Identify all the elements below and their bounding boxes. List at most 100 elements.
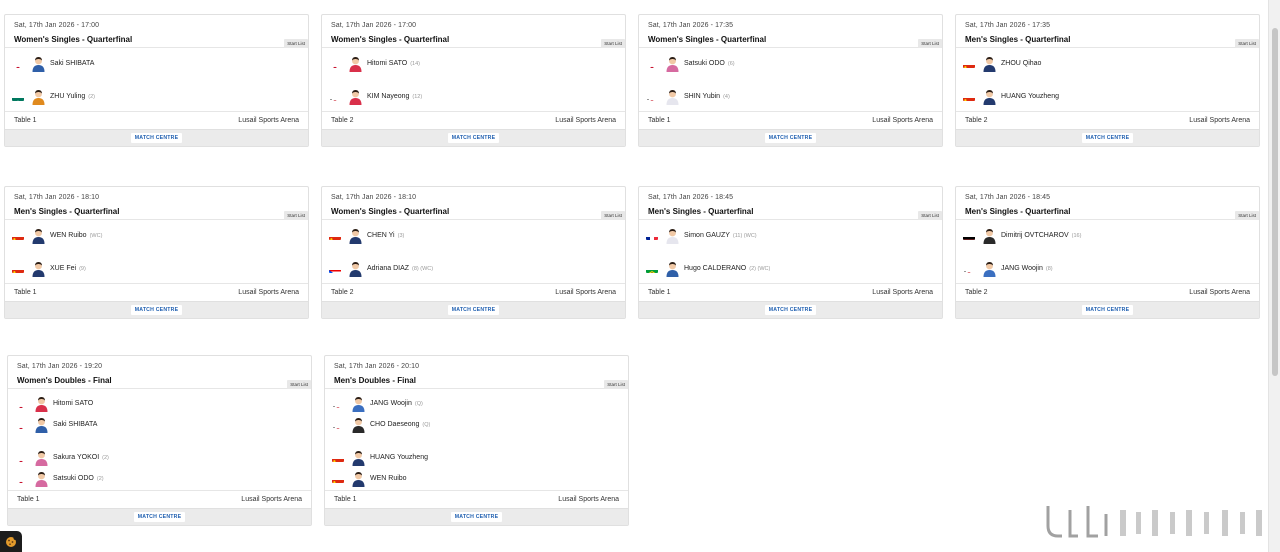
player-seed: (4): [723, 94, 730, 100]
player-avatar-icon: [34, 395, 49, 412]
match-centre-button[interactable]: MATCH CENTRE: [133, 512, 186, 522]
player-row[interactable]: Dimitrij OVTCHAROV (16): [956, 225, 1259, 246]
start-list-button[interactable]: Start List: [1235, 211, 1259, 220]
player-avatar-icon: [982, 88, 997, 105]
player-seed: (2): [102, 455, 109, 461]
match-card-header: Sat, 17th Jan 2026 - 18:10 Women's Single…: [322, 187, 625, 220]
match-card: Sat, 17th Jan 2026 - 18:10 Women's Single…: [321, 186, 626, 319]
match-datetime: Sat, 17th Jan 2026 - 18:10: [14, 194, 100, 201]
cookie-settings-button[interactable]: [0, 531, 22, 552]
player-row[interactable]: SHIN Yubin (4): [639, 86, 942, 107]
match-venue: Lusail Sports Arena: [555, 289, 616, 296]
player-row[interactable]: ZHOU Qihao: [956, 53, 1259, 74]
match-datetime: Sat, 17th Jan 2026 - 18:10: [331, 194, 417, 201]
match-centre-button[interactable]: MATCH CENTRE: [130, 305, 183, 315]
match-centre-button[interactable]: MATCH CENTRE: [1081, 305, 1134, 315]
match-centre-bar: MATCH CENTRE: [956, 129, 1259, 146]
player-seed: (9): [79, 266, 86, 272]
match-event-title: Men's Doubles - Final: [334, 376, 416, 385]
match-centre-button[interactable]: MATCH CENTRE: [130, 133, 183, 143]
match-venue: Lusail Sports Arena: [872, 289, 933, 296]
match-venue: Lusail Sports Arena: [872, 117, 933, 124]
player-avatar-icon: [348, 260, 363, 277]
start-list-button[interactable]: Start List: [601, 39, 625, 48]
start-list-button[interactable]: Start List: [1235, 39, 1259, 48]
match-venue: Lusail Sports Arena: [558, 496, 619, 503]
player-row[interactable]: Hitomi SATO: [8, 393, 311, 414]
match-table: Table 1: [17, 496, 40, 503]
player-avatar-icon: [982, 227, 997, 244]
player-row[interactable]: Saki SHIBATA: [5, 53, 308, 74]
match-centre-bar: MATCH CENTRE: [325, 508, 628, 525]
player-row[interactable]: JANG Woojin (8): [956, 258, 1259, 279]
matches-grid: Sat, 17th Jan 2026 - 17:00 Women's Single…: [0, 0, 1268, 552]
start-list-button[interactable]: Start List: [918, 211, 942, 220]
player-row[interactable]: WEN Ruibo (WC): [5, 225, 308, 246]
player-row[interactable]: XUE Fei (9): [5, 258, 308, 279]
player-name-text: Hugo CALDERANO: [684, 265, 747, 272]
match-table: Table 2: [331, 289, 354, 296]
player-row[interactable]: Adriana DIAZ (8) (WC): [322, 258, 625, 279]
player-row[interactable]: Simon GAUZY (11) (WC): [639, 225, 942, 246]
player-row[interactable]: Satsuki ODO (2): [8, 468, 311, 489]
start-list-button[interactable]: Start List: [284, 39, 308, 48]
player-row[interactable]: ZHU Yuling (2): [5, 86, 308, 107]
start-list-button[interactable]: Start List: [601, 211, 625, 220]
match-datetime: Sat, 17th Jan 2026 - 19:20: [17, 363, 103, 370]
player-name: HUANG Youzheng: [1001, 93, 1059, 100]
match-datetime: Sat, 17th Jan 2026 - 17:35: [965, 22, 1051, 29]
player-seed: (2) (WC): [749, 266, 771, 272]
match-datetime: Sat, 17th Jan 2026 - 17:00: [331, 22, 417, 29]
player-avatar-icon: [348, 55, 363, 72]
player-name: Hitomi SATO: [53, 400, 93, 407]
page-scrollbar[interactable]: [1268, 0, 1280, 552]
match-card-header: Sat, 17th Jan 2026 - 17:35 Men's Singles …: [956, 15, 1259, 48]
match-card: Sat, 17th Jan 2026 - 17:00 Women's Single…: [4, 14, 309, 147]
player-avatar-icon: [665, 227, 680, 244]
player-row[interactable]: KIM Nayeong (12): [322, 86, 625, 107]
player-row[interactable]: CHEN Yi (3): [322, 225, 625, 246]
player-seed: (8) (WC): [412, 266, 434, 272]
match-card-header: Sat, 17th Jan 2026 - 18:10 Men's Singles …: [5, 187, 308, 220]
match-centre-button[interactable]: MATCH CENTRE: [764, 133, 817, 143]
match-venue: Lusail Sports Arena: [1189, 289, 1250, 296]
match-centre-button[interactable]: MATCH CENTRE: [447, 305, 500, 315]
match-card-footer: Table 1 Lusail Sports Arena: [325, 490, 628, 508]
player-row[interactable]: HUANG Youzheng: [956, 86, 1259, 107]
flag-jpn-icon: [15, 475, 27, 483]
match-event-title: Women's Singles - Quarterfinal: [14, 35, 133, 44]
player-row[interactable]: Satsuki ODO (6): [639, 53, 942, 74]
match-centre-button[interactable]: MATCH CENTRE: [447, 133, 500, 143]
player-row[interactable]: JANG Woojin (Q): [325, 393, 628, 414]
player-avatar-icon: [348, 227, 363, 244]
match-centre-button[interactable]: MATCH CENTRE: [450, 512, 503, 522]
player-row[interactable]: HUANG Youzheng: [325, 447, 628, 468]
player-name: WEN Ruibo: [370, 475, 407, 482]
player-name-text: CHEN Yi: [367, 232, 395, 239]
scrollbar-thumb[interactable]: [1272, 28, 1278, 376]
player-row[interactable]: Saki SHIBATA: [8, 414, 311, 435]
match-card-header: Sat, 17th Jan 2026 - 18:45 Men's Singles …: [956, 187, 1259, 220]
match-centre-button[interactable]: MATCH CENTRE: [1081, 133, 1134, 143]
match-players: Dimitrij OVTCHAROV (16) JANG Woojin (8): [956, 220, 1259, 283]
match-card-footer: Table 2 Lusail Sports Arena: [956, 283, 1259, 301]
match-table: Table 1: [648, 289, 671, 296]
player-avatar-icon: [665, 55, 680, 72]
player-seed: (14): [410, 61, 420, 67]
player-avatar-icon: [982, 260, 997, 277]
match-centre-button[interactable]: MATCH CENTRE: [764, 305, 817, 315]
match-table: Table 1: [14, 289, 37, 296]
player-row[interactable]: Sakura YOKOI (2): [8, 447, 311, 468]
match-card-footer: Table 1 Lusail Sports Arena: [5, 111, 308, 129]
match-event-title: Men's Singles - Quarterfinal: [965, 35, 1071, 44]
start-list-button[interactable]: Start List: [918, 39, 942, 48]
start-list-button[interactable]: Start List: [604, 380, 628, 389]
match-venue: Lusail Sports Arena: [1189, 117, 1250, 124]
player-row[interactable]: Hugo CALDERANO (2) (WC): [639, 258, 942, 279]
player-name: Sakura YOKOI (2): [53, 454, 109, 461]
player-row[interactable]: Hitomi SATO (14): [322, 53, 625, 74]
start-list-button[interactable]: Start List: [287, 380, 311, 389]
player-row[interactable]: WEN Ruibo: [325, 468, 628, 489]
player-row[interactable]: CHO Daeseong (Q): [325, 414, 628, 435]
start-list-button[interactable]: Start List: [284, 211, 308, 220]
